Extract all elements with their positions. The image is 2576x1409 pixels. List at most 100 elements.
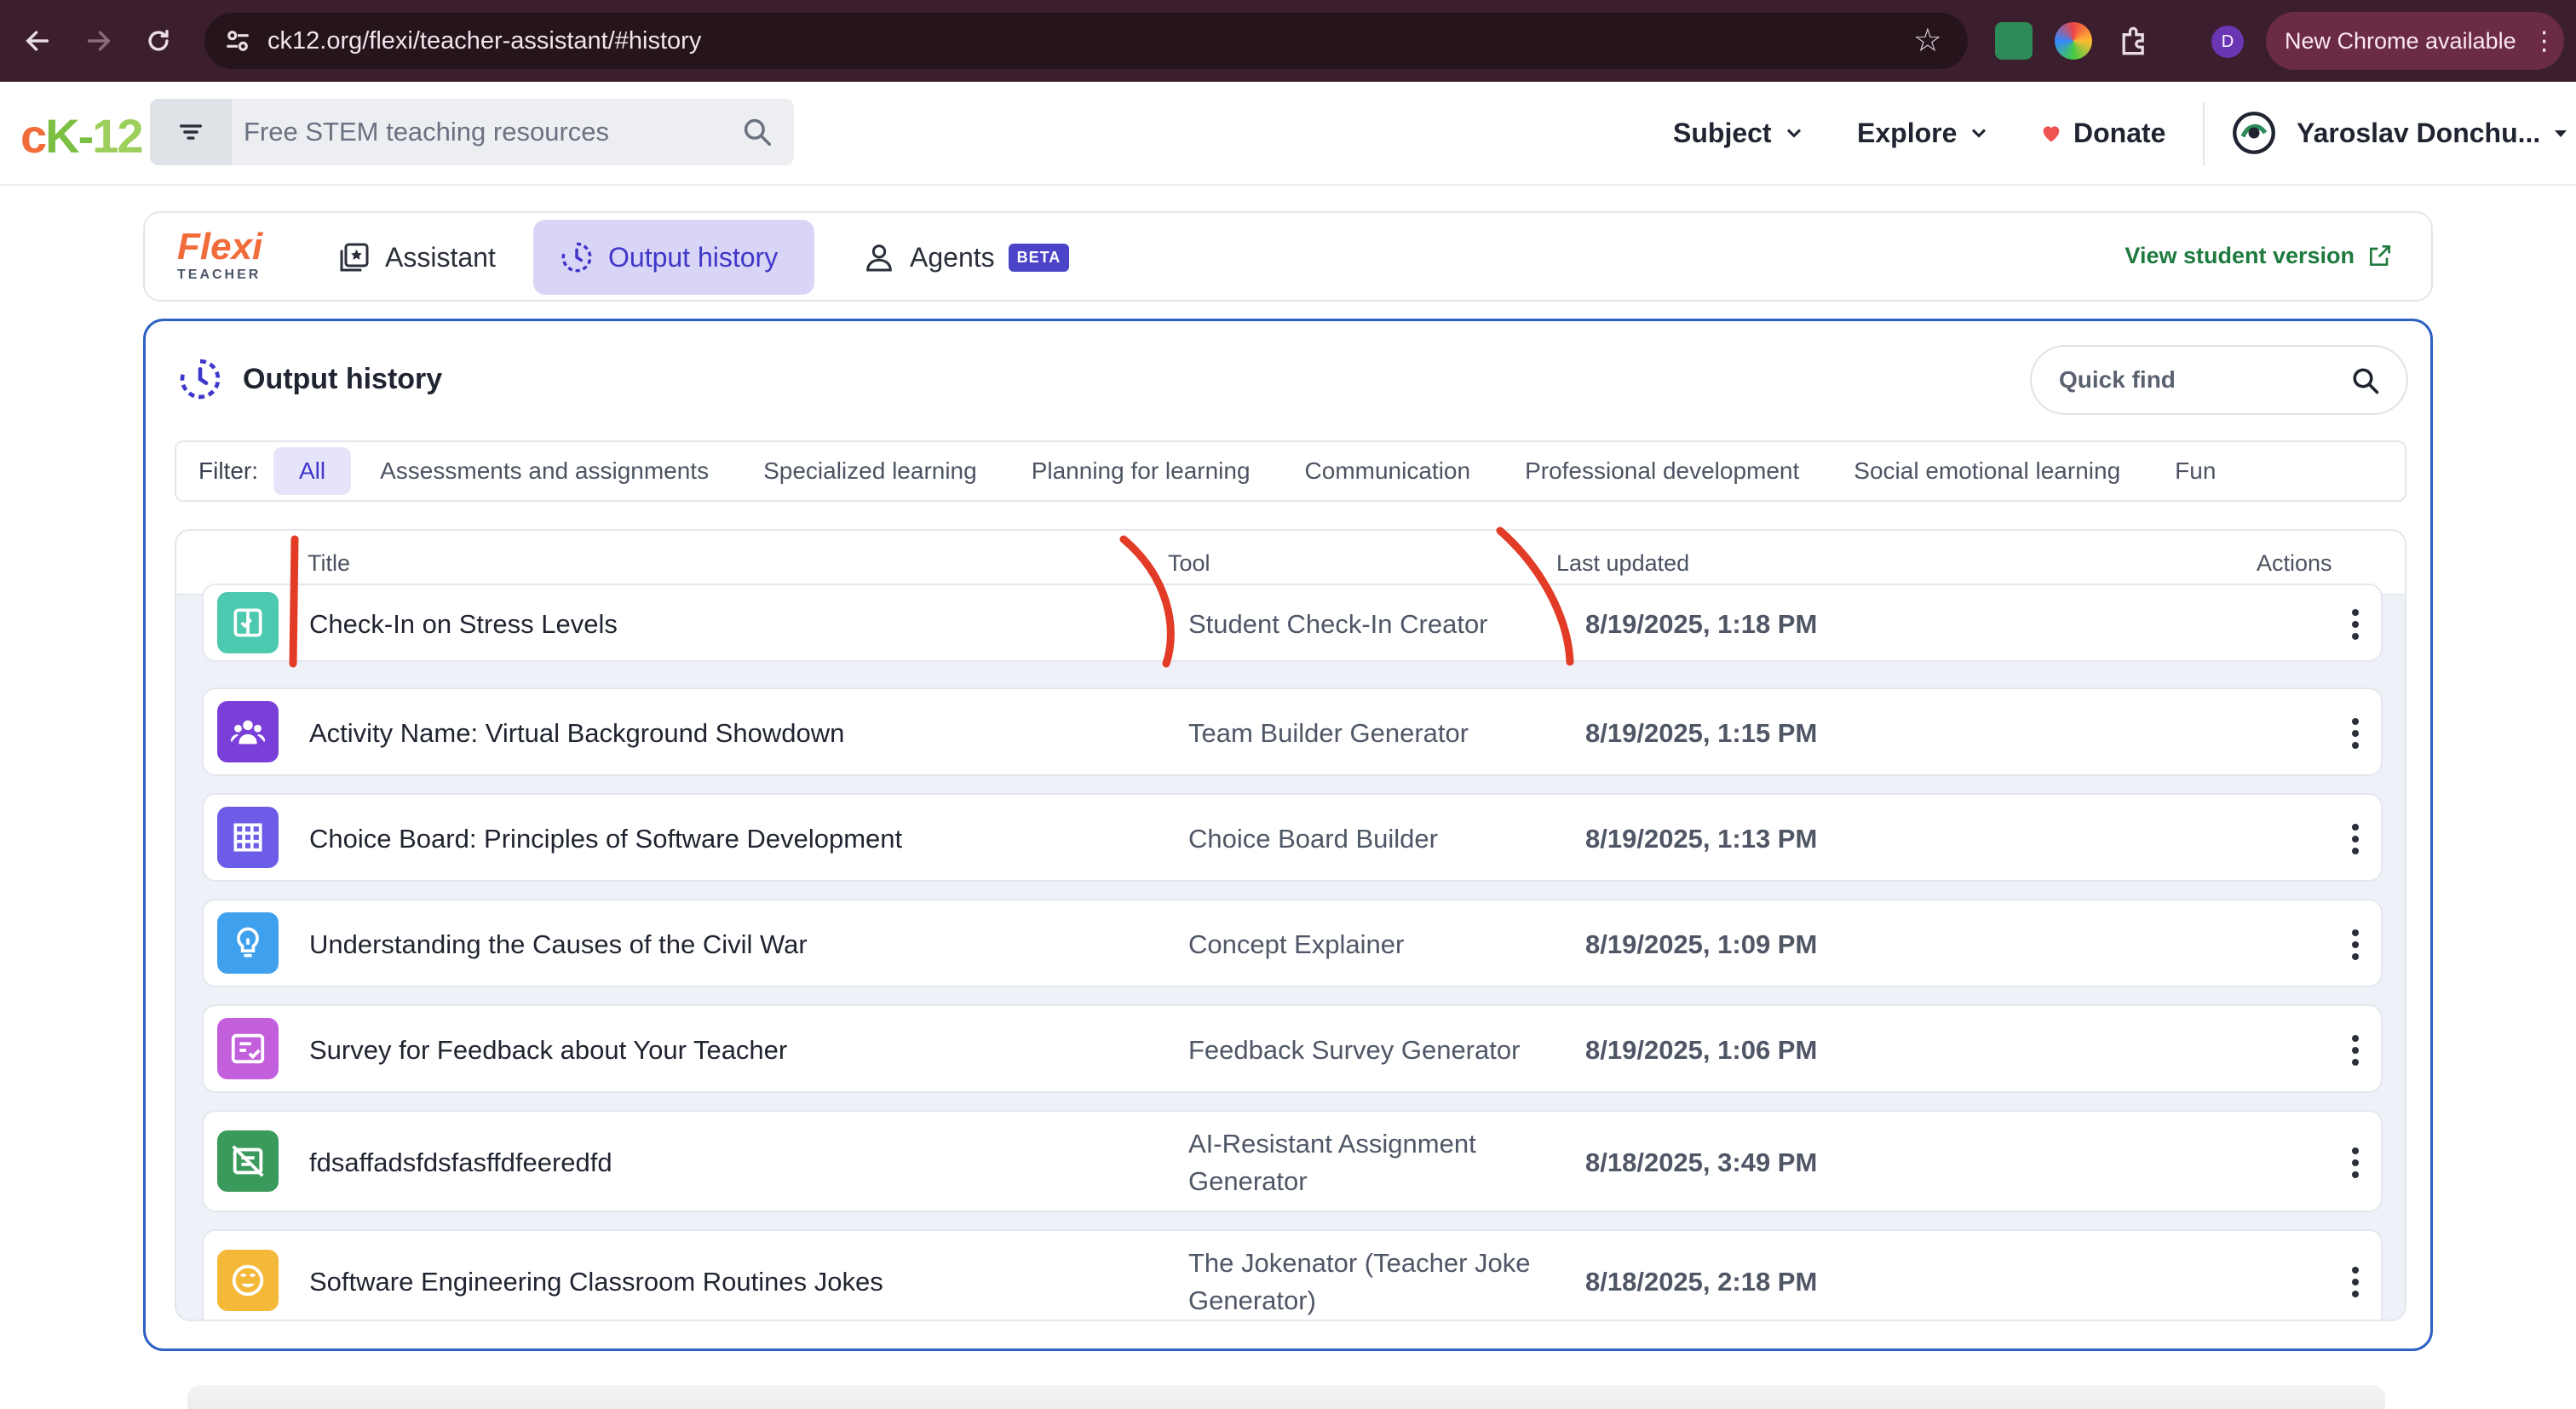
search-filter-button[interactable] [150, 99, 232, 165]
row-actions-menu-icon[interactable] [2338, 603, 2372, 646]
flexi-teacher-logo[interactable]: Flexi TEACHER [177, 228, 271, 283]
column-title[interactable]: Title [308, 549, 350, 577]
table-row[interactable]: Understanding the Causes of the Civil Wa… [202, 899, 2383, 987]
arrow-right-icon [87, 31, 111, 51]
row-last-updated: 8/19/2025, 1:15 PM [1585, 718, 1818, 748]
quick-find-input[interactable] [2059, 366, 2340, 394]
search-icon[interactable] [2350, 365, 2381, 396]
subject-label: Subject [1673, 118, 1772, 148]
row-last-updated: 8/19/2025, 1:06 PM [1585, 1035, 1818, 1065]
row-last-updated: 8/19/2025, 1:18 PM [1585, 609, 1818, 639]
tab-output-history-label: Output history [608, 241, 779, 273]
row-last-updated: 8/18/2025, 2:18 PM [1585, 1267, 1818, 1297]
table-row[interactable]: fdsaffadsfdsfasffdfeeredfd AI-Resistant A… [202, 1110, 2383, 1212]
explore-menu[interactable]: Explore [1857, 116, 1991, 150]
row-title[interactable]: Software Engineering Classroom Routines … [309, 1267, 883, 1297]
row-actions-menu-icon[interactable] [2338, 1142, 2372, 1184]
person-icon [866, 244, 892, 272]
caret-down-icon [2555, 130, 2567, 137]
table-row[interactable]: Survey for Feedback about Your Teacher Fe… [202, 1004, 2383, 1093]
lightbulb-icon [217, 912, 279, 974]
back-button[interactable] [15, 19, 60, 63]
bottom-shadow [187, 1385, 2385, 1409]
view-student-version-link[interactable]: View student version [2125, 242, 2394, 269]
donate-link[interactable]: Donate [2039, 116, 2165, 150]
row-title[interactable]: Activity Name: Virtual Background Showdo… [309, 718, 844, 749]
extension-stack-icon[interactable] [1995, 22, 2033, 60]
row-last-updated: 8/19/2025, 1:09 PM [1585, 929, 1818, 959]
user-avatar[interactable] [2232, 111, 2276, 155]
heart-icon [2043, 126, 2060, 142]
row-actions-menu-icon[interactable] [2338, 1029, 2372, 1072]
filter-lines-icon [179, 124, 203, 140]
row-actions-menu-icon[interactable] [2338, 923, 2372, 966]
output-history-panel: Output history Filter: All Assessments a… [143, 319, 2433, 1351]
row-title[interactable]: Survey for Feedback about Your Teacher [309, 1035, 787, 1066]
extension-color-icon[interactable] [2055, 22, 2092, 60]
row-tool: Feedback Survey Generator [1188, 1035, 1521, 1065]
row-title[interactable]: fdsaffadsfdsfasffdfeeredfd [309, 1147, 612, 1178]
filter-label: Filter: [198, 457, 258, 484]
history-clock-icon [561, 242, 592, 273]
filter-row: Filter: All Assessments and assignments … [175, 440, 2406, 502]
table-row[interactable]: Check-In on Stress Levels Student Check-I… [202, 584, 2383, 662]
search-icon[interactable] [741, 116, 773, 148]
row-actions-menu-icon[interactable] [2338, 818, 2372, 860]
external-link-icon [2370, 245, 2390, 266]
column-last-updated[interactable]: Last updated [1556, 549, 1689, 577]
browser-toolbar: ck12.org/flexi/teacher-assistant/#histor… [0, 0, 2576, 82]
filter-chip-all[interactable]: All [273, 447, 352, 495]
bookmark-star-icon[interactable]: ☆ [1913, 22, 1942, 60]
panel-title: Output history [176, 355, 442, 403]
tab-output-history[interactable]: Output history [533, 220, 814, 295]
row-actions-menu-icon[interactable] [2338, 1261, 2372, 1303]
assistant-star-icon [340, 243, 369, 272]
address-bar[interactable]: ck12.org/flexi/teacher-assistant/#histor… [204, 13, 1968, 69]
table-row[interactable]: Choice Board: Principles of Software Dev… [202, 793, 2383, 882]
filter-chip-specialized[interactable]: Specialized learning [738, 447, 1003, 495]
table-row[interactable]: Activity Name: Virtual Background Showdo… [202, 687, 2383, 776]
quick-find [2030, 345, 2408, 415]
filter-chip-planning[interactable]: Planning for learning [1006, 447, 1276, 495]
filter-chip-professional[interactable]: Professional development [1499, 447, 1825, 495]
site-search-input[interactable] [232, 99, 794, 165]
site-settings-icon[interactable] [221, 25, 254, 57]
user-name: Yaroslav Donchu... [2297, 118, 2541, 148]
row-title[interactable]: Check-In on Stress Levels [309, 609, 618, 640]
site-header: cK-12 Subject Explore Donate Yaroslav Do… [0, 82, 2576, 186]
row-actions-menu-icon[interactable] [2338, 712, 2372, 755]
tab-assistant[interactable]: Assistant [312, 220, 521, 295]
teacher-tabs-bar: Flexi TEACHER Assistant Output history A… [143, 211, 2433, 302]
filter-chip-fun[interactable]: Fun [2149, 447, 2241, 495]
row-tool: The Jokenator (Teacher Joke Generator) [1188, 1248, 1531, 1315]
row-last-updated: 8/18/2025, 3:49 PM [1585, 1147, 1818, 1177]
team-icon [217, 701, 279, 762]
filter-chip-communication[interactable]: Communication [1279, 447, 1497, 495]
user-menu[interactable]: Yaroslav Donchu... [2297, 116, 2571, 150]
explore-label: Explore [1857, 118, 1958, 148]
smile-icon [217, 1250, 279, 1311]
new-chrome-label: New Chrome available [2285, 27, 2516, 54]
reload-icon [148, 29, 169, 51]
url-text: ck12.org/flexi/teacher-assistant/#histor… [267, 27, 702, 55]
profile-avatar[interactable]: D [2211, 26, 2244, 58]
reload-button[interactable] [136, 19, 181, 63]
ck12-logo[interactable]: cK-12 [20, 111, 144, 162]
column-tool[interactable]: Tool [1168, 549, 1210, 577]
filter-chip-sel[interactable]: Social emotional learning [1828, 447, 2146, 495]
column-actions: Actions [2257, 550, 2332, 576]
site-search [150, 99, 794, 165]
filter-chip-assessments[interactable]: Assessments and assignments [354, 447, 734, 495]
table-row[interactable]: Software Engineering Classroom Routines … [202, 1229, 2383, 1320]
row-title[interactable]: Understanding the Causes of the Civil Wa… [309, 929, 808, 960]
extensions-puzzle-icon[interactable] [2116, 22, 2153, 60]
forward-button[interactable] [77, 19, 121, 63]
new-chrome-button[interactable]: New Chrome available ⋮ [2266, 12, 2564, 70]
row-tool: AI-Resistant Assignment Generator [1188, 1129, 1476, 1196]
chevron-down-icon [1972, 129, 1987, 138]
tab-agents[interactable]: Agents BETA [837, 220, 1095, 295]
row-tool: Concept Explainer [1188, 929, 1405, 959]
puzzle-icon [2122, 26, 2144, 55]
subject-menu[interactable]: Subject [1673, 116, 1806, 150]
row-title[interactable]: Choice Board: Principles of Software Dev… [309, 824, 902, 854]
